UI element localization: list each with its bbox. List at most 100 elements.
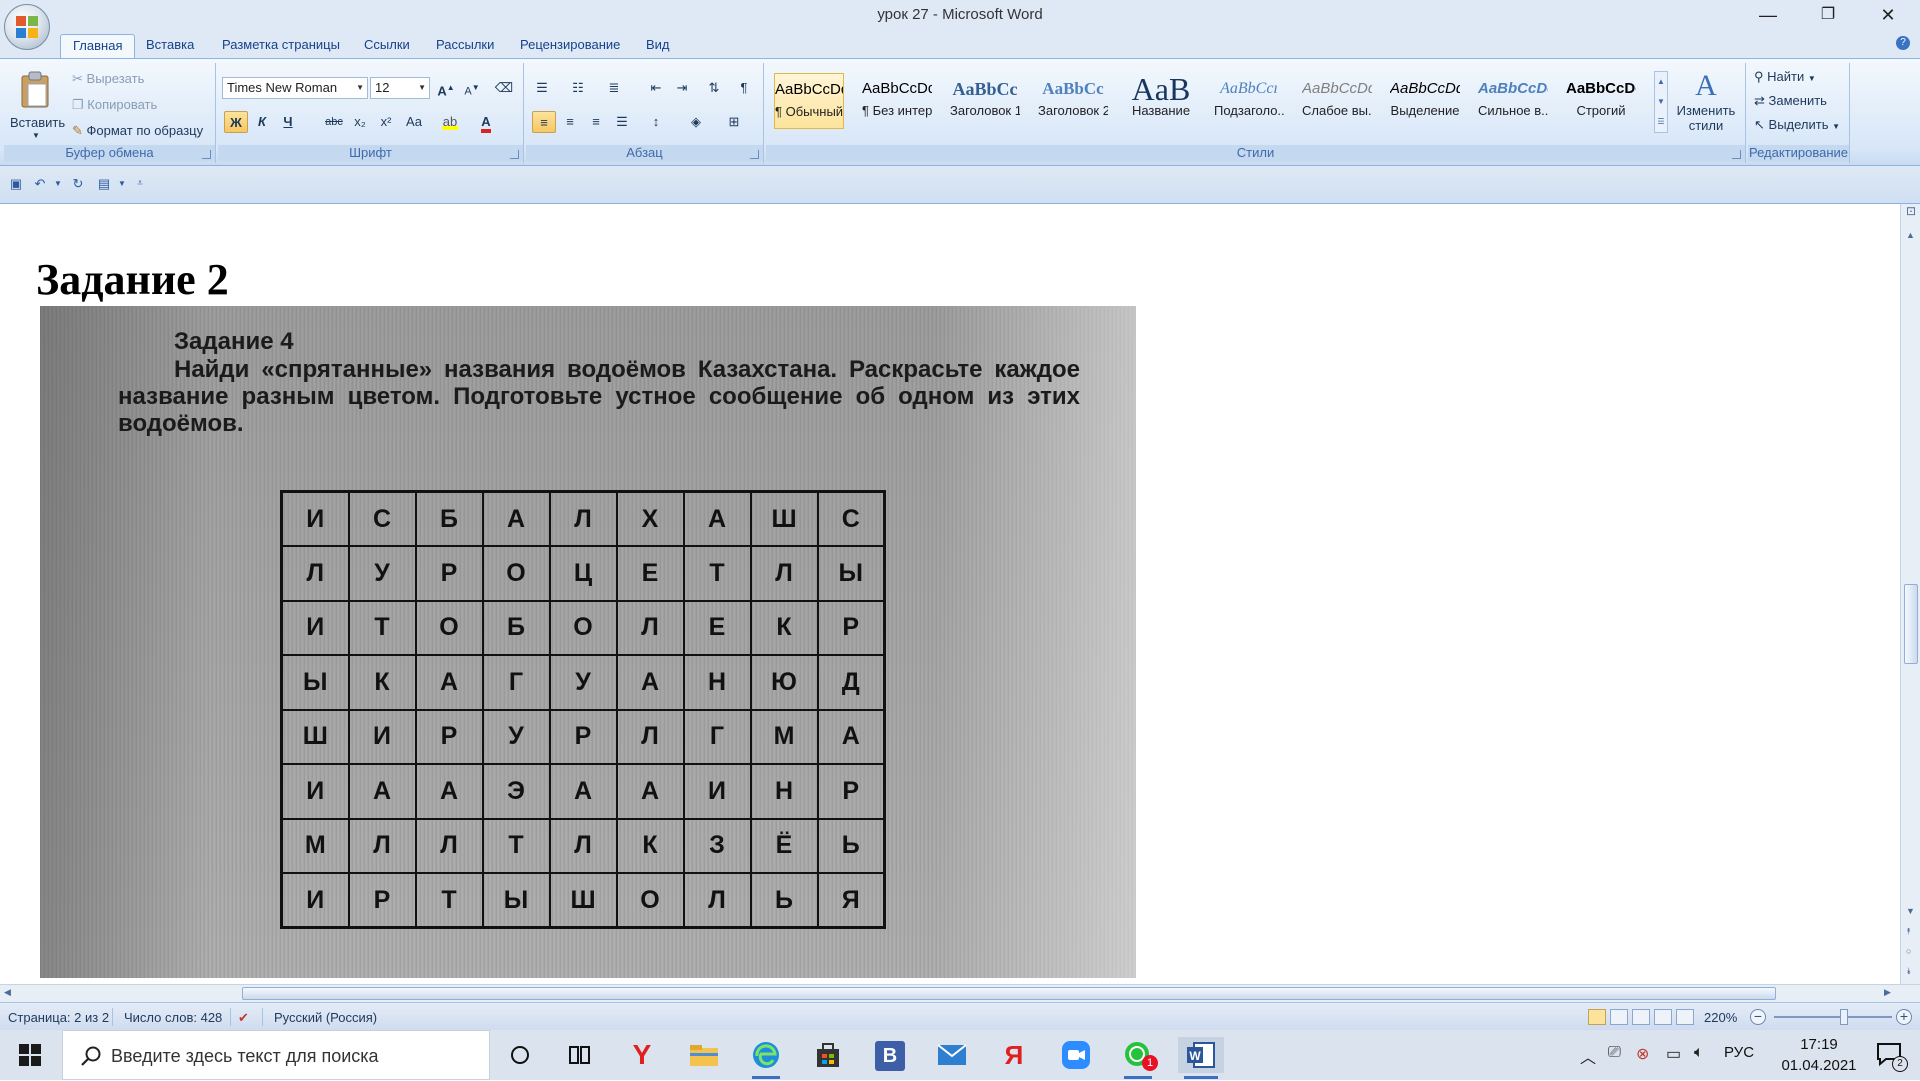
ruler-toggle-icon[interactable]: ⊡	[1906, 204, 1916, 218]
customize-toolbar-icon[interactable]: ⩡	[132, 176, 148, 192]
help-icon[interactable]: ?	[1896, 36, 1910, 50]
scroll-up-icon[interactable]: ▲	[1906, 230, 1915, 240]
clock[interactable]: 17:19 01.04.2021	[1764, 1034, 1874, 1076]
tab-references[interactable]: Ссылки	[352, 34, 422, 58]
underline-button[interactable]: Ч	[276, 111, 300, 133]
style-heading-2[interactable]: AaBbCc Заголовок 2	[1038, 73, 1108, 129]
style-no-spacing[interactable]: AaBbCcDd ¶ Без интер...	[862, 73, 932, 129]
office-button[interactable]	[4, 4, 50, 50]
vertical-scroll-thumb[interactable]	[1904, 584, 1918, 664]
subscript-button[interactable]: x₂	[348, 111, 372, 133]
chevron-down-icon[interactable]: ▼	[1655, 92, 1667, 112]
whatsapp-icon[interactable]: 1	[1118, 1037, 1158, 1079]
scroll-left-icon[interactable]: ◀	[4, 987, 11, 998]
align-left-icon[interactable]: ≡	[532, 111, 556, 133]
tab-page-layout[interactable]: Разметка страницы	[210, 34, 352, 58]
chevron-up-icon[interactable]: ▲	[1655, 72, 1667, 92]
redo-icon[interactable]: ↻	[70, 176, 86, 192]
align-right-icon[interactable]: ≡	[584, 111, 608, 133]
cut-button[interactable]: ✂ Вырезать	[72, 71, 144, 87]
show-marks-button[interactable]: ¶	[732, 77, 756, 99]
edge-icon[interactable]	[746, 1037, 786, 1079]
increase-indent-icon[interactable]: ⇥	[670, 77, 694, 99]
start-button[interactable]	[0, 1030, 60, 1080]
word-icon[interactable]: W	[1178, 1037, 1224, 1079]
clear-formatting-icon[interactable]: ⌫	[492, 77, 516, 99]
tab-home[interactable]: Главная	[60, 34, 136, 58]
save-icon[interactable]: ▣	[8, 176, 24, 192]
numbering-icon[interactable]: ☷	[566, 77, 590, 99]
italic-button[interactable]: К	[250, 111, 274, 133]
browse-object-icon[interactable]: ○	[1906, 946, 1911, 956]
font-size-combo[interactable]: 12 ▼	[370, 77, 430, 99]
next-page-icon[interactable]: ⯯	[1906, 966, 1911, 977]
clipboard-launcher-icon[interactable]	[202, 150, 211, 159]
chevron-up-icon[interactable]: ︿	[1580, 1044, 1596, 1068]
document-area[interactable]: Задание 2 Задание 4 Найди «спрятанные» н…	[0, 204, 1900, 984]
print-layout-icon[interactable]: ▤	[96, 176, 112, 192]
volume-icon[interactable]: 🔈︎	[1694, 1044, 1704, 1062]
notification-center-button[interactable]: 2	[1870, 1040, 1910, 1072]
zoom-level[interactable]: 220%	[1704, 1010, 1737, 1025]
zoom-slider-thumb[interactable]	[1840, 1009, 1848, 1025]
decrease-indent-icon[interactable]: ⇤	[644, 77, 668, 99]
zoom-slider-track[interactable]	[1774, 1016, 1892, 1018]
yandex-icon[interactable]: Я	[994, 1037, 1034, 1073]
more-icon[interactable]: ☰	[1655, 112, 1667, 132]
replace-button[interactable]: ⇄ Заменить	[1754, 93, 1827, 109]
yandex-browser-icon[interactable]: Y	[622, 1037, 662, 1073]
zoom-out-button[interactable]: −	[1750, 1009, 1766, 1025]
format-painter-button[interactable]: ✎ Формат по образцу	[72, 123, 203, 139]
battery-icon[interactable]: ▭	[1666, 1044, 1681, 1064]
task-image[interactable]: Задание 4 Найди «спрятанные» названия во…	[40, 306, 1136, 978]
style-normal[interactable]: AaBbCcDd ¶ Обычный	[774, 73, 844, 129]
web-layout-view-icon[interactable]	[1632, 1009, 1650, 1025]
scroll-right-icon[interactable]: ▶	[1884, 987, 1891, 998]
tab-view[interactable]: Вид	[634, 34, 682, 58]
b-app-icon[interactable]: B	[870, 1037, 910, 1073]
style-title[interactable]: AaB Название	[1126, 73, 1196, 129]
input-language[interactable]: РУС	[1724, 1044, 1754, 1061]
tab-review[interactable]: Рецензирование	[508, 34, 632, 58]
change-case-button[interactable]: Aa	[402, 111, 426, 133]
tab-mailings[interactable]: Рассылки	[424, 34, 506, 58]
chevron-down-icon[interactable]: ▼	[114, 176, 130, 192]
chevron-down-icon[interactable]: ▼	[50, 176, 66, 192]
bullets-icon[interactable]: ☰	[530, 77, 554, 99]
shrink-font-button[interactable]: A▼	[460, 77, 484, 99]
change-styles-button[interactable]: A Изменить стили	[1674, 69, 1738, 149]
taskbar-search[interactable]: Введите здесь текст для поиска	[62, 1030, 490, 1080]
vertical-scrollbar[interactable]: ⊡ ▲ ▼ ⯭ ○ ⯯	[1900, 204, 1920, 984]
bold-button[interactable]: Ж	[224, 111, 248, 133]
task-view-icon[interactable]	[560, 1037, 600, 1073]
font-color-button[interactable]: A	[474, 111, 498, 133]
paragraph-launcher-icon[interactable]	[750, 150, 759, 159]
horizontal-scroll-thumb[interactable]	[242, 987, 1776, 1000]
mail-icon[interactable]	[932, 1037, 972, 1073]
style-emphasis[interactable]: AaBbCcDd Выделение	[1390, 73, 1460, 129]
scroll-down-icon[interactable]: ▼	[1906, 906, 1915, 916]
restore-button[interactable]: ❐	[1800, 0, 1856, 30]
minimize-button[interactable]: —	[1740, 0, 1796, 30]
outline-view-icon[interactable]	[1654, 1009, 1672, 1025]
strikethrough-button[interactable]: abc	[322, 111, 346, 133]
style-strong[interactable]: AaBbCcDc Строгий	[1566, 73, 1636, 129]
tab-insert[interactable]: Вставка	[134, 34, 206, 58]
justify-icon[interactable]: ☰	[610, 111, 634, 133]
language-status[interactable]: Русский (Россия)	[274, 1010, 377, 1025]
meet-now-icon[interactable]: ⎚	[1608, 1044, 1621, 1062]
zoom-icon[interactable]	[1056, 1037, 1096, 1073]
network-icon[interactable]: ⊗	[1636, 1044, 1649, 1064]
close-button[interactable]: ✕	[1860, 0, 1916, 30]
shading-icon[interactable]: ◈	[684, 111, 708, 133]
line-spacing-icon[interactable]: ↕	[644, 111, 668, 133]
previous-page-icon[interactable]: ⯭	[1906, 926, 1911, 937]
style-heading-1[interactable]: AaBbCc Заголовок 1	[950, 73, 1020, 129]
find-button[interactable]: ⚲ Найти ▼	[1754, 69, 1816, 85]
file-explorer-icon[interactable]	[684, 1037, 724, 1073]
styles-launcher-icon[interactable]	[1732, 150, 1741, 159]
paste-button[interactable]: Вставить ▼	[8, 69, 65, 141]
draft-view-icon[interactable]	[1676, 1009, 1694, 1025]
print-layout-view-icon[interactable]	[1588, 1009, 1606, 1025]
font-family-combo[interactable]: Times New Roman ▼	[222, 77, 368, 99]
